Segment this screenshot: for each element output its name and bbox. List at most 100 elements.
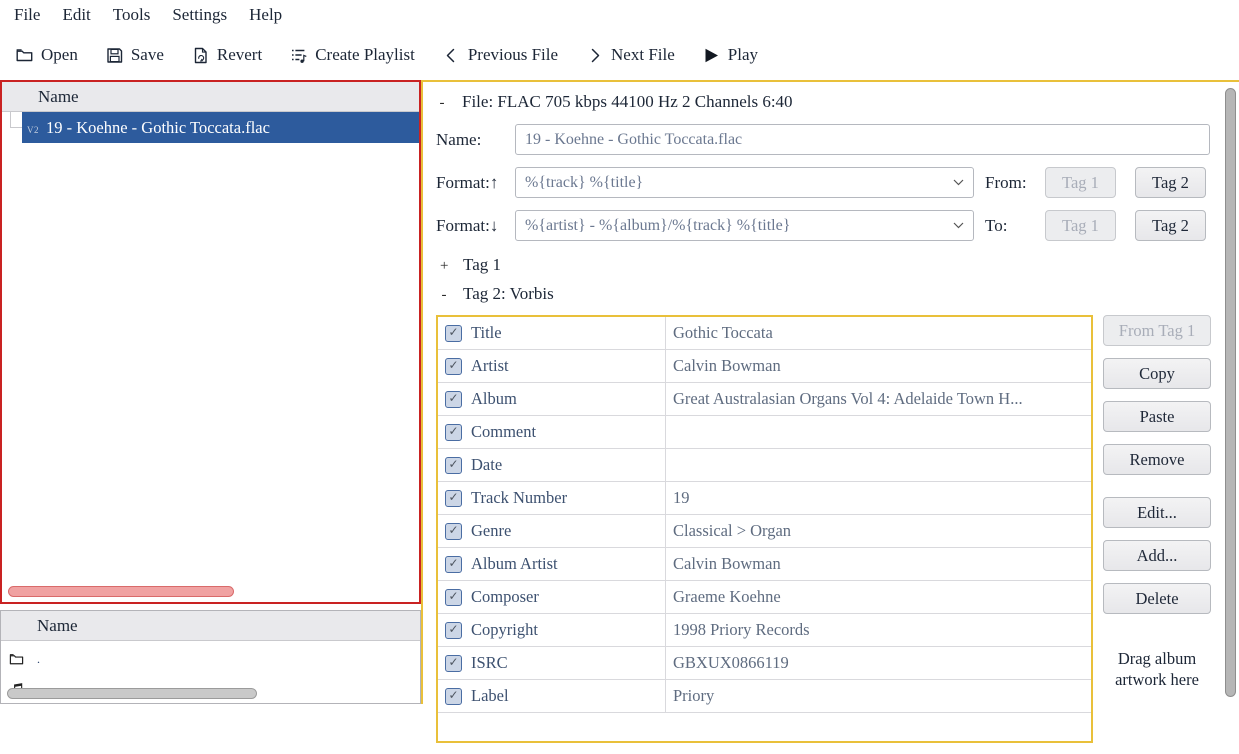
filename-input[interactable] [515, 124, 1210, 155]
toolbar-button-label: Open [41, 45, 78, 65]
format-up-label: Format:↑ [436, 173, 515, 193]
menu-item-tools[interactable]: Tools [102, 2, 162, 28]
tag2-content: TitleGothic ToccataArtistCalvin BowmanAl… [436, 315, 1239, 743]
toolbar-button-label: Previous File [468, 45, 558, 65]
directory-row-label: . [37, 652, 40, 667]
tag-field-row: Date [438, 449, 1091, 482]
tag-actions-column: From Tag 1 Copy Paste Remove Edit... Add... De… [1103, 315, 1211, 690]
file-list-hscrollbar[interactable] [8, 586, 234, 597]
remove-button[interactable]: Remove [1103, 444, 1211, 475]
tag2-section-header: - Tag 2: Vorbis [440, 284, 1239, 304]
directory-list-hscrollbar[interactable] [7, 688, 257, 699]
toolbar-button-label: Create Playlist [315, 45, 415, 65]
paste-button[interactable]: Paste [1103, 401, 1211, 432]
chevron-down-icon [953, 179, 964, 186]
field-name-cell: Album Artist [438, 548, 666, 580]
field-name-cell: Date [438, 449, 666, 481]
toolbar-button-label: Revert [217, 45, 262, 65]
tag-detail-panel: - File: FLAC 705 kbps 44100 Hz 2 Channel… [421, 80, 1239, 704]
field-checkbox[interactable] [445, 490, 462, 507]
field-checkbox[interactable] [445, 358, 462, 375]
field-name-label: Album [471, 389, 517, 409]
field-value-cell[interactable]: 1998 Priory Records [666, 614, 1091, 646]
tag1-expand-indicator[interactable]: + [440, 258, 448, 275]
format-to-filename-row: Format:↓ %{artist} - %{album}/%{track} %… [436, 210, 1239, 241]
field-name-label: Comment [471, 422, 536, 442]
field-value-cell[interactable]: Priory [666, 680, 1091, 712]
field-checkbox[interactable] [445, 589, 462, 606]
revert-icon [191, 46, 210, 65]
format-from-filename-row: Format:↑ %{track} %{title} From: Tag 1 T… [436, 167, 1239, 198]
field-checkbox[interactable] [445, 622, 462, 639]
from-tag2-button[interactable]: Tag 2 [1135, 167, 1206, 198]
field-checkbox[interactable] [445, 424, 462, 441]
field-value-cell[interactable]: Calvin Bowman [666, 548, 1091, 580]
file-list-header[interactable]: Name [2, 82, 419, 112]
menubar: FileEditToolsSettingsHelp [0, 0, 1239, 30]
tag-field-row: LabelPriory [438, 680, 1091, 713]
selected-file-name: 19 - Koehne - Gothic Toccata.flac [46, 118, 270, 138]
copy-button[interactable]: Copy [1103, 358, 1211, 389]
field-checkbox[interactable] [445, 655, 462, 672]
tag-field-row: Comment [438, 416, 1091, 449]
format-from-filename-value: %{track} %{title} [525, 174, 643, 192]
file-section-collapse-indicator[interactable]: - [438, 95, 446, 112]
directory-list-header-label: Name [37, 616, 78, 636]
tree-connector [2, 112, 22, 143]
play-icon [702, 46, 721, 65]
directory-row[interactable]: . [1, 645, 420, 674]
field-value-cell[interactable] [666, 416, 1091, 448]
field-checkbox[interactable] [445, 556, 462, 573]
field-value-cell[interactable]: Classical > Organ [666, 515, 1091, 547]
file-list-selected-row[interactable]: V2 19 - Koehne - Gothic Toccata.flac [22, 112, 419, 143]
field-name-cell: Title [438, 317, 666, 349]
directory-list-header[interactable]: Name [1, 611, 420, 641]
field-checkbox[interactable] [445, 391, 462, 408]
field-value-cell[interactable]: Calvin Bowman [666, 350, 1091, 382]
from-tag-1-button: From Tag 1 [1103, 315, 1211, 346]
tag-field-row: TitleGothic Toccata [438, 317, 1091, 350]
from-tag1-button: Tag 1 [1045, 167, 1116, 198]
edit-button[interactable]: Edit... [1103, 497, 1211, 528]
toolbar-button-create-playlist[interactable]: Create Playlist [289, 45, 415, 65]
menu-item-edit[interactable]: Edit [51, 2, 101, 28]
tag2-collapse-indicator[interactable]: - [440, 287, 448, 304]
field-name-label: Album Artist [471, 554, 558, 574]
artwork-drop-hint[interactable]: Drag album artwork here [1103, 648, 1211, 690]
field-value-cell[interactable]: GBXUX0866119 [666, 647, 1091, 679]
field-value-cell[interactable]: 19 [666, 482, 1091, 514]
field-checkbox[interactable] [445, 457, 462, 474]
field-name-cell: Album [438, 383, 666, 415]
toolbar-button-previous-file[interactable]: Previous File [442, 45, 558, 65]
toolbar-button-open[interactable]: Open [15, 45, 78, 65]
menu-item-settings[interactable]: Settings [161, 2, 238, 28]
field-name-label: Track Number [471, 488, 567, 508]
vscrollbar-thumb[interactable] [1225, 88, 1236, 697]
delete-button[interactable]: Delete [1103, 583, 1211, 614]
menu-item-file[interactable]: File [3, 2, 51, 28]
field-checkbox[interactable] [445, 325, 462, 342]
field-name-cell: Genre [438, 515, 666, 547]
to-tag1-button: Tag 1 [1045, 210, 1116, 241]
format-to-filename-combobox[interactable]: %{artist} - %{album}/%{track} %{title} [515, 210, 974, 241]
tag-field-row: Album Artist Calvin Bowman [438, 548, 1091, 581]
toolbar-button-revert[interactable]: Revert [191, 45, 262, 65]
field-value-cell[interactable]: Graeme Koehne [666, 581, 1091, 613]
field-checkbox[interactable] [445, 523, 462, 540]
to-tag2-button[interactable]: Tag 2 [1135, 210, 1206, 241]
chevron-down-icon [953, 222, 964, 229]
toolbar-button-play[interactable]: Play [702, 45, 758, 65]
format-from-filename-combobox[interactable]: %{track} %{title} [515, 167, 974, 198]
tag-field-row: Track Number 19 [438, 482, 1091, 515]
toolbar-button-save[interactable]: Save [105, 45, 164, 65]
add-button[interactable]: Add... [1103, 540, 1211, 571]
field-name-cell: ISRC [438, 647, 666, 679]
menu-item-help[interactable]: Help [238, 2, 293, 28]
toolbar-button-next-file[interactable]: Next File [585, 45, 675, 65]
field-value-cell[interactable]: Great Australasian Organs Vol 4: Adelaid… [666, 383, 1091, 415]
chevron-left-icon [442, 46, 461, 65]
name-label: Name: [436, 130, 515, 150]
field-value-cell[interactable]: Gothic Toccata [666, 317, 1091, 349]
field-value-cell[interactable] [666, 449, 1091, 481]
field-checkbox[interactable] [445, 688, 462, 705]
